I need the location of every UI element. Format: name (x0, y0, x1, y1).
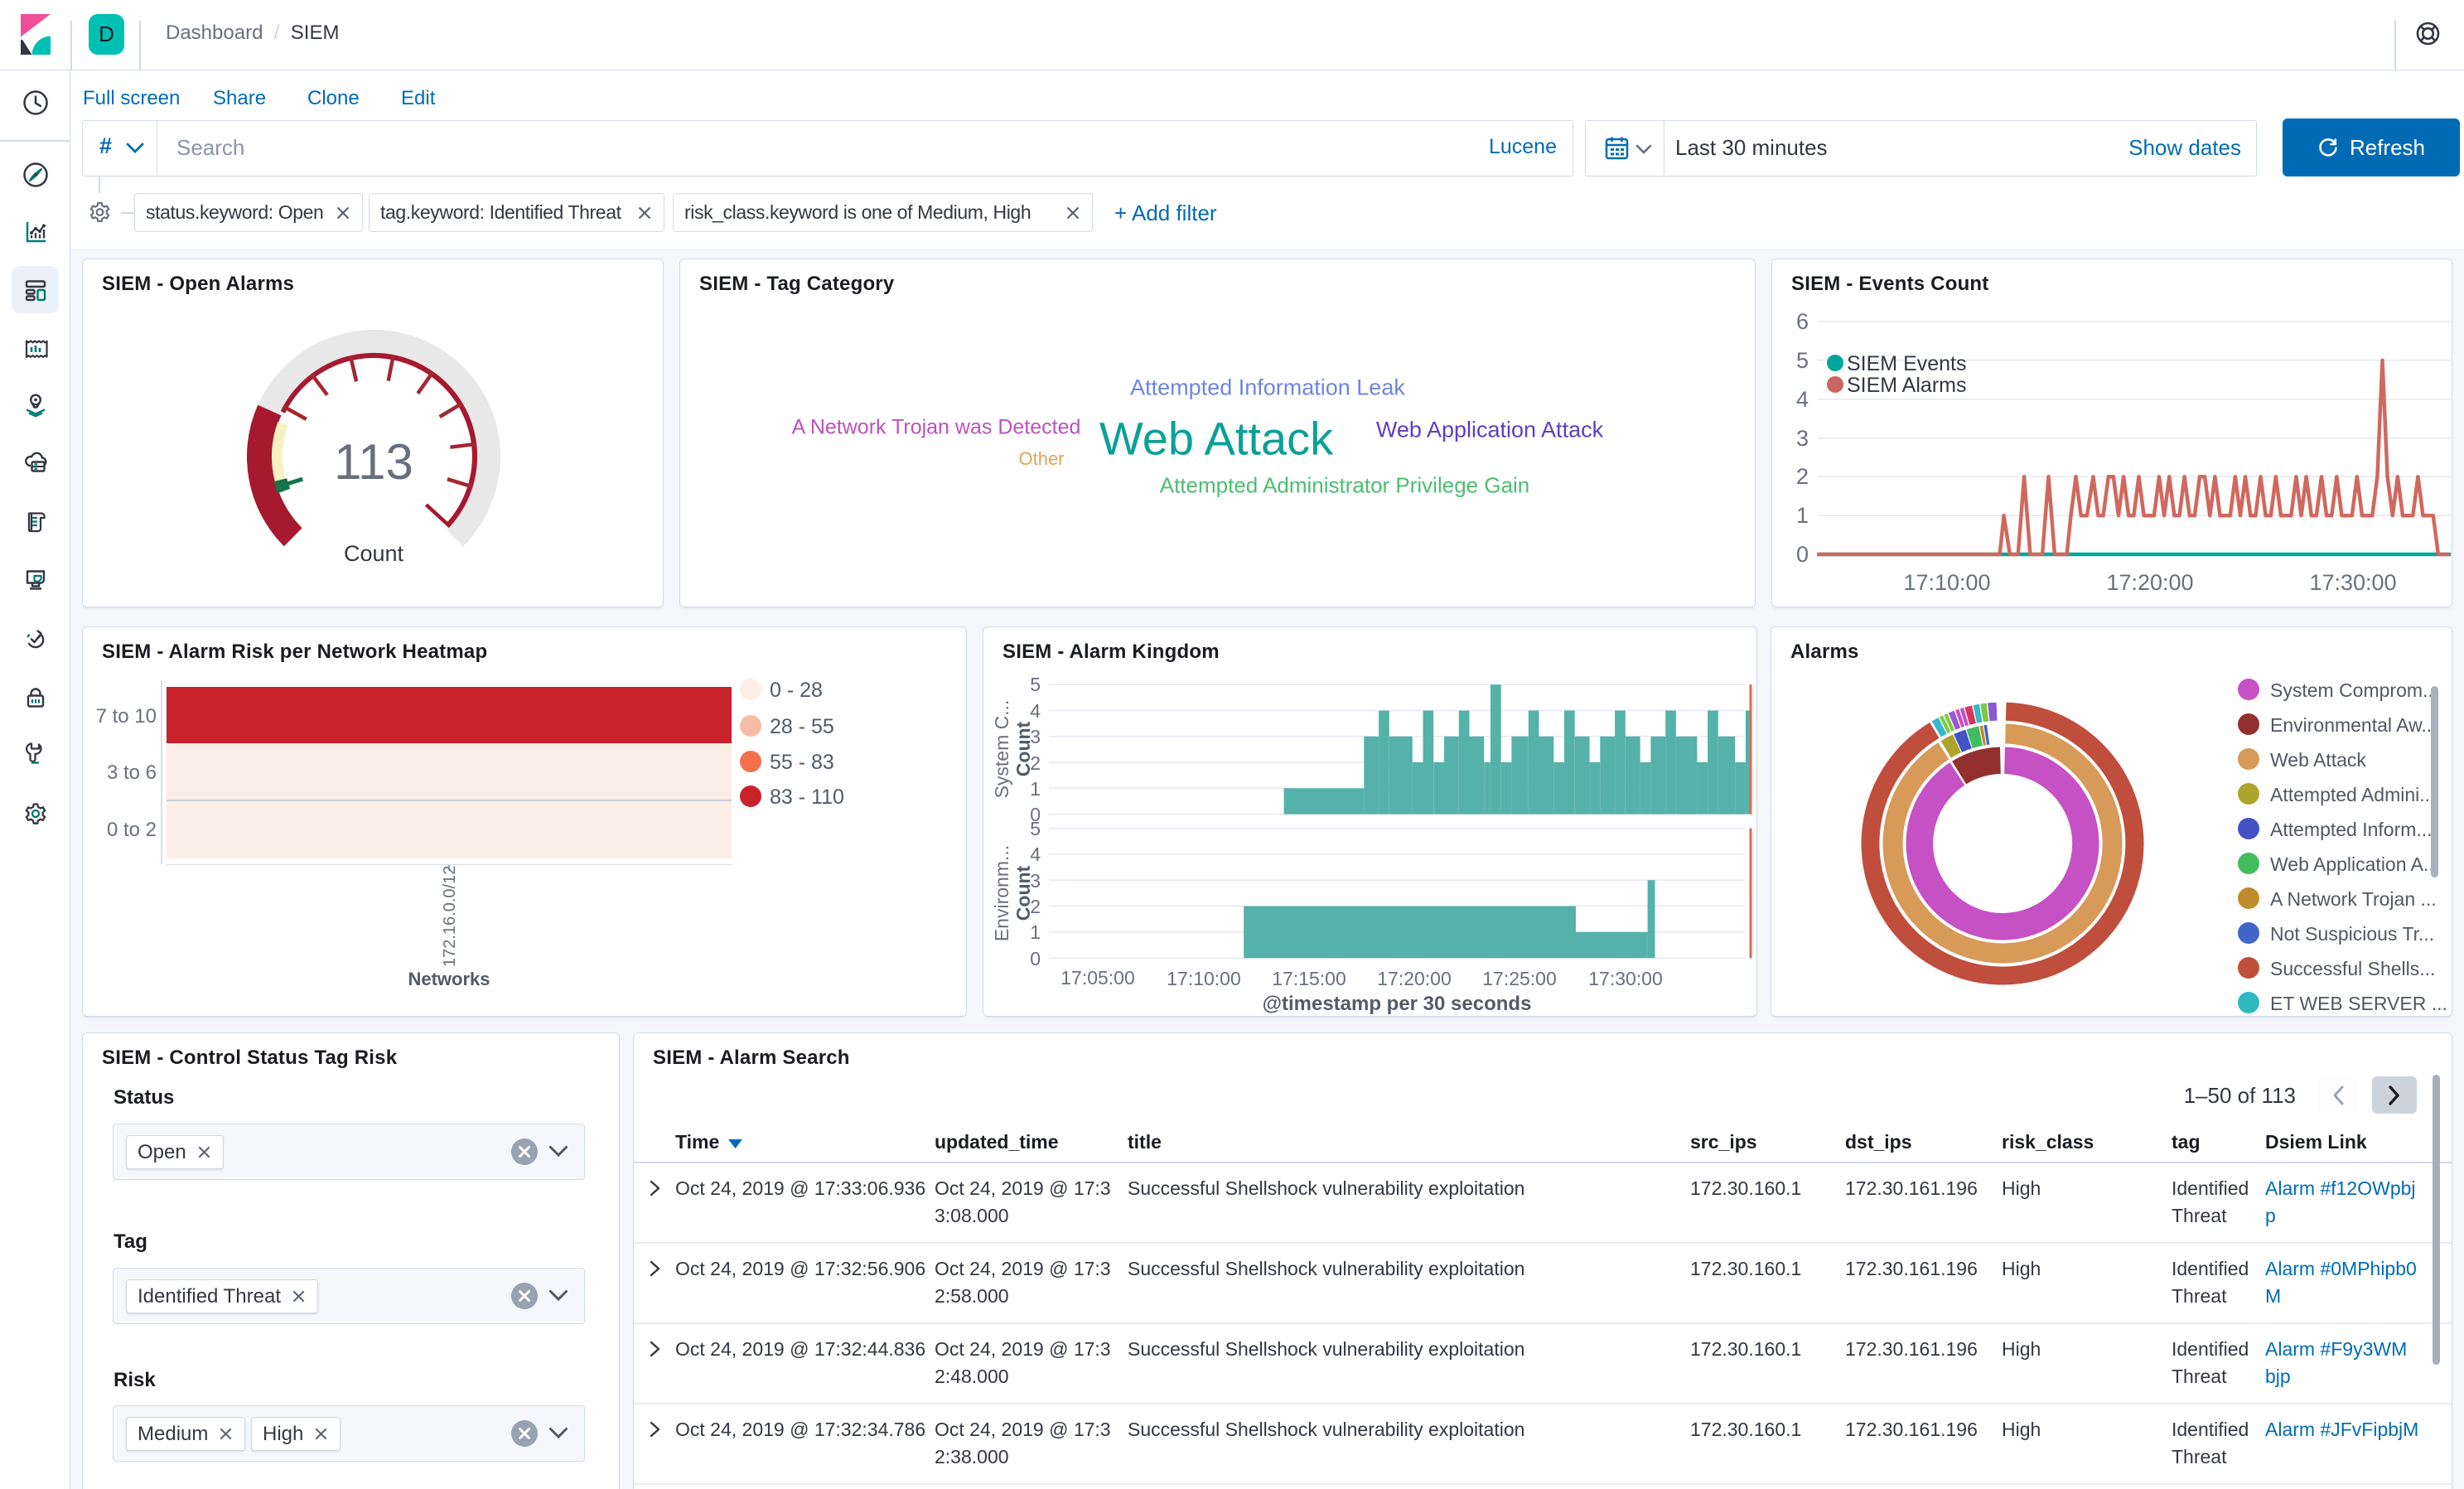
svg-text:17:20:00: 17:20:00 (2106, 570, 2193, 595)
svg-text:17:30:00: 17:30:00 (1588, 968, 1663, 989)
svg-text:5: 5 (1796, 348, 1809, 373)
svg-text:5: 5 (1030, 818, 1041, 839)
svg-text:17:05:00: 17:05:00 (1060, 967, 1135, 989)
svg-text:17:30:00: 17:30:00 (2309, 570, 2396, 595)
svg-text:@timestamp per 30 seconds: @timestamp per 30 seconds (1263, 993, 1532, 1015)
svg-text:Environm...: Environm... (991, 845, 1012, 941)
svg-text:1: 1 (1030, 778, 1041, 800)
svg-text:1: 1 (1030, 921, 1041, 943)
svg-text:17:20:00: 17:20:00 (1377, 968, 1452, 989)
svg-text:4: 4 (1796, 387, 1809, 412)
svg-text:System C...: System C... (991, 700, 1012, 799)
svg-text:6: 6 (1796, 309, 1809, 334)
svg-text:17:25:00: 17:25:00 (1482, 968, 1557, 989)
svg-text:SIEM Events: SIEM Events (1847, 352, 1967, 375)
svg-text:2: 2 (1796, 464, 1809, 489)
svg-text:172.16.0.0/12: 172.16.0.0/12 (441, 866, 459, 967)
svg-text:17:15:00: 17:15:00 (1272, 968, 1346, 989)
svg-text:17:10:00: 17:10:00 (1903, 570, 1990, 595)
svg-text:Count: Count (1012, 721, 1034, 776)
svg-text:4: 4 (1030, 844, 1041, 865)
svg-text:1: 1 (1796, 503, 1809, 528)
svg-text:4: 4 (1030, 700, 1041, 722)
svg-text:3: 3 (1796, 426, 1809, 451)
svg-text:SIEM Alarms: SIEM Alarms (1847, 374, 1966, 397)
svg-text:17:10:00: 17:10:00 (1167, 968, 1241, 989)
svg-text:0: 0 (1030, 948, 1041, 969)
svg-text:5: 5 (1030, 674, 1041, 695)
svg-text:0: 0 (1796, 542, 1809, 567)
svg-text:Count: Count (1012, 865, 1034, 921)
